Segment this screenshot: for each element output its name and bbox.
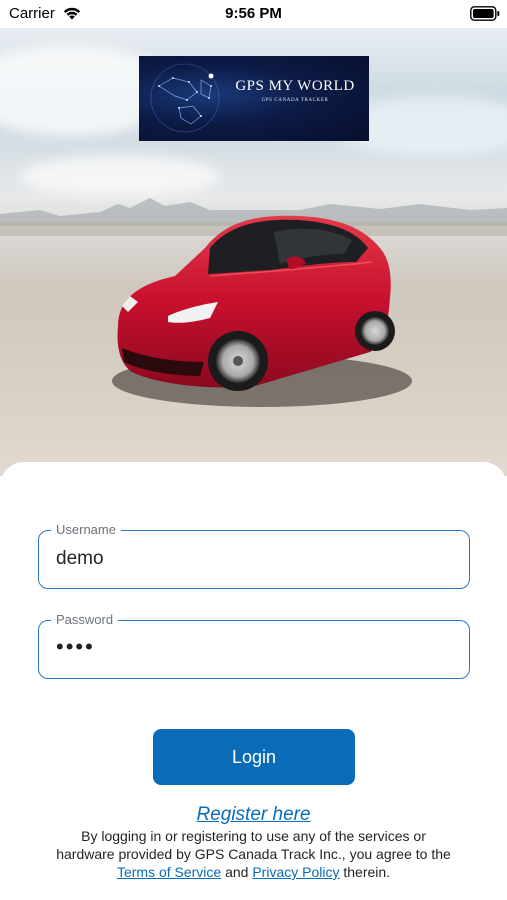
status-time: 9:56 PM: [225, 5, 282, 22]
logo-title: GPS MY WORLD: [235, 78, 355, 94]
battery-icon: [470, 6, 500, 21]
terms-of-service-link[interactable]: Terms of Service: [117, 864, 221, 880]
logo-subtitle: GPS CANADA TRACKER: [261, 98, 329, 103]
password-value: ••••: [56, 634, 95, 659]
disclaimer-suffix: therein.: [339, 864, 391, 880]
status-bar: Carrier 9:56 PM: [0, 0, 507, 28]
username-label: Username: [51, 522, 121, 537]
disclaimer-line2: hardware provided by GPS Canada Track In…: [56, 846, 451, 862]
login-panel: Username demo Password •••• Login Regist…: [0, 462, 507, 900]
username-value: demo: [56, 548, 104, 569]
login-button[interactable]: Login: [153, 729, 355, 785]
privacy-policy-link[interactable]: Privacy Policy: [252, 864, 339, 880]
register-link[interactable]: Register here: [0, 804, 507, 826]
username-field[interactable]: Username demo: [38, 522, 470, 589]
password-label: Password: [51, 612, 119, 627]
disclaimer-line1: By logging in or registering to use any …: [81, 828, 426, 844]
password-field[interactable]: Password ••••: [38, 612, 470, 679]
disclaimer-and: and: [221, 864, 253, 880]
globe-icon: [150, 63, 220, 133]
brand-logo: GPS MY WORLD GPS CANADA TRACKER: [139, 56, 369, 141]
terms-disclaimer: By logging in or registering to use any …: [30, 827, 477, 881]
